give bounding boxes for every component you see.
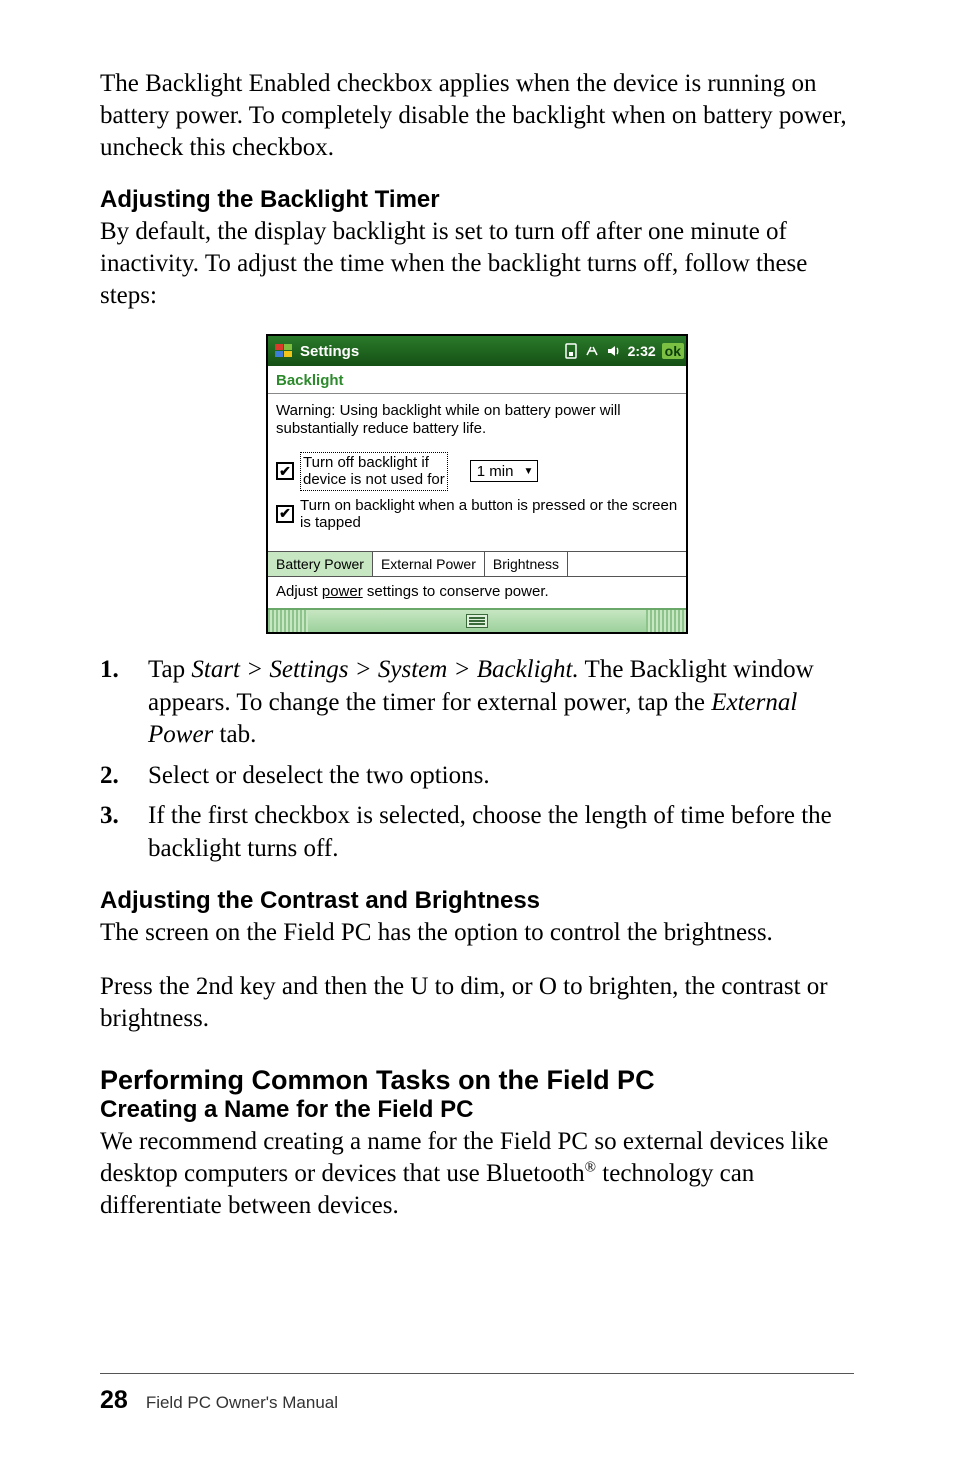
sim-icon: [564, 343, 578, 359]
settings-window: Settings 2:32 ok Backlight Warning: Usin…: [266, 334, 688, 634]
tab-brightness[interactable]: Brightness: [485, 552, 568, 576]
checkbox-turn-on[interactable]: ✔: [276, 505, 294, 523]
step-3: If the first checkbox is selected, choos…: [100, 800, 854, 865]
clock-time: 2:32: [628, 343, 656, 359]
turn-on-label: Turn on backlight when a button is press…: [300, 497, 678, 532]
checkbox-turn-off[interactable]: ✔: [276, 462, 294, 480]
subheading-contrast-brightness: Adjusting the Contrast and Brightness: [100, 887, 854, 915]
ok-button[interactable]: ok: [662, 343, 684, 359]
registered-symbol: ®: [585, 1160, 596, 1176]
keyboard-icon: [466, 614, 488, 628]
step1-path: Start > Settings > System > Backlight.: [191, 656, 578, 683]
page-number: 28: [100, 1386, 128, 1415]
start-flag-icon: [274, 341, 294, 361]
system-tray: 2:32 ok: [564, 343, 684, 359]
window-title: Settings: [300, 343, 564, 360]
turn-off-label: Turn off backlight if device is not used…: [300, 452, 448, 491]
connectivity-icon: [584, 344, 600, 358]
power-link-line: Adjust power settings to conserve power.: [268, 577, 686, 608]
warning-text: Warning: Using backlight while on batter…: [276, 402, 678, 438]
tabs-row: Battery Power External Power Brightness: [268, 551, 686, 577]
timeout-dropdown[interactable]: 1 min ▼: [470, 460, 539, 482]
chevron-down-icon: ▼: [523, 466, 533, 477]
paragraph-brightness-1: The screen on the Field PC has the optio…: [100, 917, 854, 949]
step-1: Tap Start > Settings > System > Backligh…: [100, 654, 854, 752]
subheading-create-name: Creating a Name for the Field PC: [100, 1096, 854, 1124]
paragraph-intro: The Backlight Enabled checkbox applies w…: [100, 68, 854, 164]
sip-bar[interactable]: [268, 608, 686, 632]
timeout-value: 1 min: [477, 463, 514, 480]
volume-icon: [606, 344, 622, 358]
tab-battery-power[interactable]: Battery Power: [268, 552, 373, 576]
paragraph-timer-intro: By default, the display backlight is set…: [100, 216, 854, 312]
step-2: Select or deselect the two options.: [100, 760, 854, 793]
subheading-backlight-timer: Adjusting the Backlight Timer: [100, 186, 854, 214]
paragraph-brightness-2: Press the 2nd key and then the U to dim,…: [100, 971, 854, 1035]
screenshot-container: Settings 2:32 ok Backlight Warning: Usin…: [100, 334, 854, 634]
section-common-tasks: Performing Common Tasks on the Field PC: [100, 1065, 854, 1096]
tab-external-power[interactable]: External Power: [373, 552, 485, 576]
footer-title: Field PC Owner's Manual: [146, 1393, 338, 1413]
paragraph-create-name: We recommend creating a name for the Fie…: [100, 1126, 854, 1222]
page-footer: 28 Field PC Owner's Manual: [100, 1373, 854, 1415]
power-link[interactable]: power: [322, 583, 363, 600]
panel-header: Backlight: [268, 366, 686, 393]
steps-list: Tap Start > Settings > System > Backligh…: [100, 654, 854, 865]
titlebar: Settings 2:32 ok: [268, 336, 686, 366]
